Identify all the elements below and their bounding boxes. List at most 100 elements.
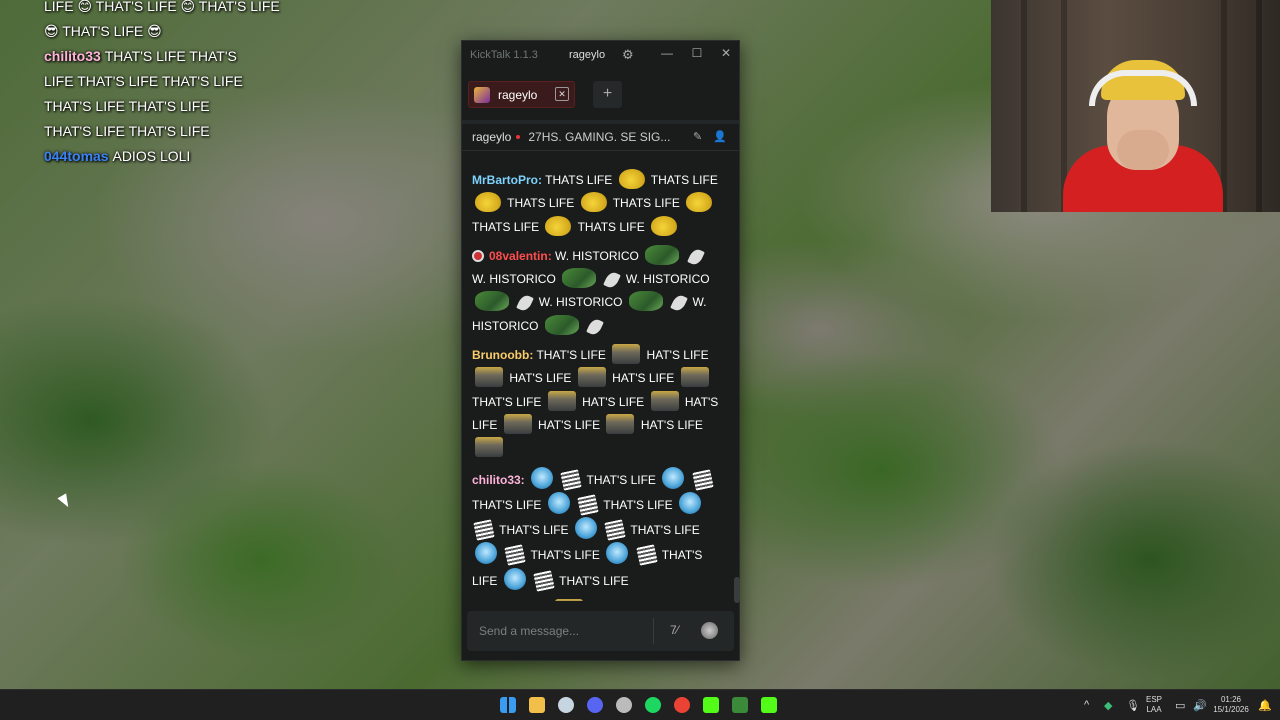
stream-title: 27HS. GAMING. SE SIG...: [528, 130, 671, 144]
channel-name[interactable]: rageylo: [472, 130, 511, 144]
chat-messages[interactable]: MrBartoPro: THATS LIFE THATS LIFE THATS …: [462, 169, 732, 601]
message-text: HAT'S LIFE: [646, 348, 709, 363]
tab-bar: rageylo ✕ +: [462, 68, 739, 120]
chat-message: chilito33: THAT'S LIFE THAT'S LIFE THAT'…: [472, 466, 722, 593]
chat-username[interactable]: MrBartoPro:: [472, 173, 542, 187]
emote-icon[interactable]: [577, 367, 606, 388]
translate-icon[interactable]: 7⁄: [670, 623, 679, 637]
microphone-icon[interactable]: 🎙: [1126, 699, 1140, 712]
emote-icon[interactable]: [651, 215, 678, 236]
language-indicator[interactable]: ESP LAA: [1146, 695, 1162, 715]
emote-icon[interactable]: [562, 268, 597, 289]
notifications-icon[interactable]: 🔔: [1258, 699, 1272, 712]
message-text: W. HISTORICO: [538, 295, 623, 310]
emote-picker-icon[interactable]: [701, 622, 718, 639]
emote-icon[interactable]: [645, 244, 680, 265]
add-tab-button[interactable]: +: [593, 81, 622, 108]
emote-icon[interactable]: [574, 517, 597, 540]
emote-icon[interactable]: [679, 491, 701, 514]
maximize-icon[interactable]: ☐: [689, 46, 705, 60]
pin-icon[interactable]: ✎: [693, 130, 702, 143]
overlay-text: THAT'S LIFE THAT'S LIFE: [44, 123, 210, 139]
file-explorer-icon[interactable]: [529, 697, 545, 713]
emote-icon[interactable]: [586, 316, 604, 337]
overlay-line: 😎 THAT'S LIFE 😎: [44, 19, 364, 44]
emote-icon[interactable]: [662, 466, 685, 489]
chat-username[interactable]: chilito33:: [472, 473, 525, 487]
emote-icon[interactable]: [545, 215, 572, 236]
emote-icon[interactable]: [475, 437, 503, 458]
emote-icon[interactable]: [691, 468, 714, 491]
kick-icon[interactable]: [703, 697, 719, 713]
clock-date: 15/1/2026: [1213, 705, 1249, 714]
streamer: [1053, 60, 1233, 212]
kicktalk-icon[interactable]: [732, 697, 748, 713]
emote-icon[interactable]: [475, 291, 509, 312]
message-input[interactable]: [467, 611, 652, 651]
emote-icon[interactable]: [503, 567, 526, 590]
minimize-icon[interactable]: —: [659, 46, 675, 60]
emote-icon[interactable]: [473, 519, 495, 541]
emote-icon[interactable]: [577, 494, 599, 516]
close-tab-icon[interactable]: ✕: [555, 87, 569, 101]
chrome-icon[interactable]: [674, 697, 690, 713]
emote-icon[interactable]: [635, 544, 658, 567]
kick-alt-icon[interactable]: [761, 697, 777, 713]
emote-icon[interactable]: [516, 293, 535, 314]
emote-icon[interactable]: [504, 544, 527, 567]
emote-icon[interactable]: [606, 542, 629, 565]
language-code: ESP: [1146, 695, 1163, 704]
emote-icon[interactable]: [686, 247, 705, 267]
message-text: THAT'S LIFE: [630, 523, 700, 538]
emote-icon[interactable]: [680, 367, 709, 388]
emote-icon[interactable]: [475, 367, 503, 388]
emote-icon[interactable]: [475, 192, 501, 213]
obs-icon[interactable]: [616, 697, 632, 713]
app-title: KickTalk 1.1.3: [470, 48, 538, 61]
emote-icon[interactable]: [475, 542, 497, 565]
emote-icon[interactable]: [560, 468, 583, 491]
emote-icon[interactable]: [544, 314, 579, 335]
chat-username[interactable]: 08valentin:: [489, 249, 552, 263]
close-icon[interactable]: ✕: [718, 46, 734, 60]
emote-icon[interactable]: [603, 270, 622, 290]
steam-icon[interactable]: [558, 697, 574, 713]
emote-icon[interactable]: [531, 466, 554, 489]
emote-icon[interactable]: [547, 491, 570, 514]
emote-icon[interactable]: [606, 413, 635, 434]
windows-start-icon[interactable]: [500, 697, 516, 713]
emote-icon[interactable]: [554, 599, 583, 601]
emote-icon[interactable]: [612, 344, 641, 365]
volume-icon[interactable]: 🔊: [1193, 699, 1207, 712]
stream-overlay-chat: LIFE 😊 THAT'S LIFE 😊 THAT'S LIFE 😎 THAT'S…: [44, 0, 364, 169]
emote-icon[interactable]: [670, 293, 688, 314]
scrollbar[interactable]: [734, 577, 740, 603]
title-bar[interactable]: KickTalk 1.1.3 rageylo ⚙ — ☐ ✕: [462, 41, 739, 68]
spotify-icon[interactable]: [645, 697, 661, 713]
clock[interactable]: 01:26 15/1/2026: [1210, 695, 1252, 715]
headphones: [1089, 70, 1197, 106]
emote-icon[interactable]: [503, 413, 532, 434]
discord-icon[interactable]: [587, 697, 603, 713]
overlay-line: THAT'S LIFE THAT'S LIFE: [44, 119, 364, 144]
chat-message: MrBartoPro: THATS LIFE THATS LIFE THATS …: [472, 169, 722, 239]
user-icon[interactable]: 👤: [713, 130, 727, 143]
emote-icon[interactable]: [686, 192, 713, 213]
settings-gear-icon[interactable]: ⚙: [622, 47, 634, 63]
emote-icon[interactable]: [628, 291, 663, 312]
emote-icon[interactable]: [618, 169, 645, 189]
emote-icon[interactable]: [533, 570, 555, 592]
tab-rageylo[interactable]: rageylo ✕: [468, 81, 575, 108]
overlay-line: LIFE THAT'S LIFE THAT'S LIFE: [44, 69, 364, 94]
emote-icon[interactable]: [580, 192, 607, 213]
chevron-up-icon[interactable]: ^: [1084, 699, 1089, 711]
message-text: W. HISTORICO: [555, 248, 639, 263]
user-badge-icon: [472, 249, 484, 262]
emote-icon[interactable]: [547, 390, 576, 411]
emote-icon[interactable]: [604, 519, 626, 541]
emote-icon[interactable]: [650, 390, 679, 411]
network-icon[interactable]: ▭: [1175, 699, 1185, 712]
chat-username[interactable]: Brunoobb:: [472, 348, 533, 362]
security-icon[interactable]: ◆: [1104, 699, 1112, 712]
chat-message: Brunoobb: THAT'S LIFE HAT'S LIFE HAT'S L…: [472, 344, 722, 460]
